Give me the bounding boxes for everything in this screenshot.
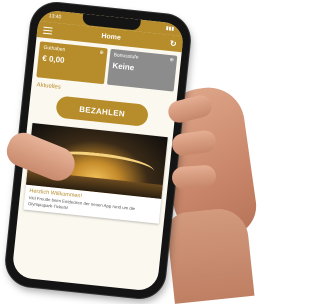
pay-button[interactable]: BEZAHLEN xyxy=(55,95,150,127)
hand-finger xyxy=(171,164,217,190)
status-icons: ▮▮▮ xyxy=(165,25,175,33)
balance-card[interactable]: ⊕ Guthaben € 0,00 xyxy=(36,41,108,85)
refresh-icon[interactable]: ↻ xyxy=(169,38,177,48)
hamburger-menu-icon[interactable] xyxy=(42,26,53,35)
status-time: 13:40 xyxy=(48,13,62,21)
scene: 13:40 ▮▮▮ Home ↻ ⊕ Guthaben € 0,00 ⊕ Bon xyxy=(0,0,261,304)
info-icon[interactable]: ⊕ xyxy=(99,50,104,56)
app-bar-title: Home xyxy=(101,32,122,42)
info-icon[interactable]: ⊕ xyxy=(169,57,174,63)
bonus-level-card[interactable]: ⊕ Bonusstufe Keine xyxy=(106,48,178,92)
hand-wrist xyxy=(165,206,255,304)
